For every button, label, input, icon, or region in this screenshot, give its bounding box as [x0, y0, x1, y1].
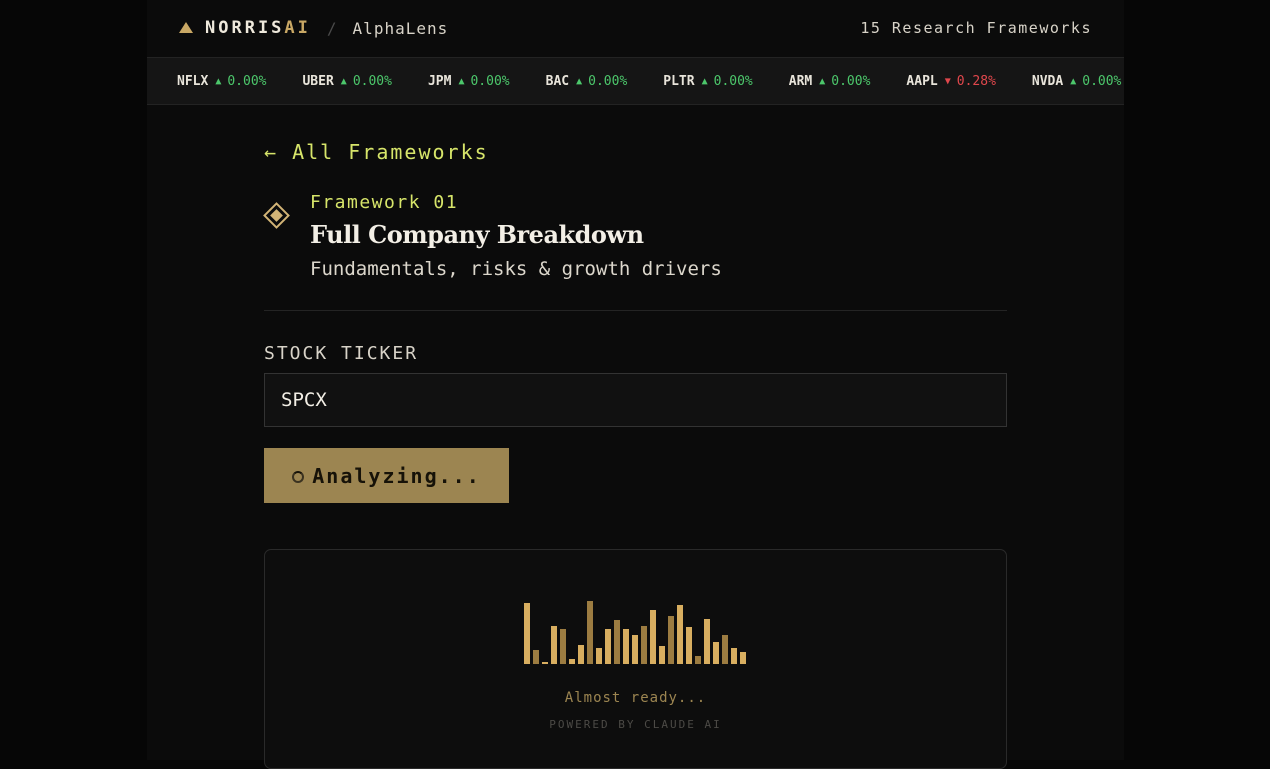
- brand-name: NORRISAI: [205, 18, 311, 38]
- frameworks-count: 15 Research Frameworks: [860, 19, 1092, 37]
- powered-by-label: POWERED BY CLAUDE AI: [549, 718, 722, 731]
- ticker-change: 0.00%: [470, 73, 510, 89]
- loading-bar: [695, 656, 701, 664]
- ticker-symbol: UBER: [302, 73, 334, 89]
- triangle-logo-icon: [179, 21, 193, 33]
- product-name: AlphaLens: [352, 18, 449, 38]
- top-header: NORRISAI / AlphaLens 15 Research Framewo…: [147, 0, 1124, 56]
- app-frame: NORRISAI / AlphaLens 15 Research Framewo…: [147, 0, 1124, 769]
- ticker-item[interactable]: PLTR ▲ 0.00%: [663, 74, 752, 89]
- loading-bar: [551, 626, 557, 664]
- loading-bar: [614, 620, 620, 664]
- up-arrow-icon: ▲: [819, 75, 826, 87]
- ticker-change: 0.00%: [831, 73, 871, 89]
- ticker-input[interactable]: [264, 373, 1007, 427]
- loading-status: Almost ready...: [564, 690, 707, 706]
- framework-subtitle: Fundamentals, risks & growth drivers: [310, 258, 722, 280]
- loading-bar: [623, 629, 629, 664]
- ticker-item[interactable]: NVDA ▲ 0.00%: [1032, 74, 1121, 89]
- loading-bar: [704, 619, 710, 664]
- loading-bar: [731, 648, 737, 664]
- ticker-item[interactable]: JPM ▲ 0.00%: [428, 74, 510, 89]
- down-arrow-icon: ▼: [944, 75, 951, 87]
- framework-header: Framework 01 Full Company Breakdown Fund…: [263, 192, 1007, 280]
- brand[interactable]: NORRISAI / AlphaLens: [179, 18, 448, 38]
- ticker-change: 0.00%: [1082, 73, 1122, 89]
- up-arrow-icon: ▲: [576, 75, 583, 87]
- framework-number: Framework 01: [310, 192, 459, 213]
- loading-bar: [641, 626, 647, 664]
- loading-bar: [722, 635, 728, 664]
- up-arrow-icon: ▲: [1070, 75, 1077, 87]
- loading-bar: [524, 603, 530, 664]
- loading-bar: [596, 648, 602, 664]
- loading-bar: [542, 662, 548, 664]
- ticker-change: 0.00%: [227, 73, 267, 89]
- loading-bar: [650, 610, 656, 664]
- loading-equalizer: [524, 598, 750, 664]
- loading-bar: [677, 605, 683, 664]
- ticker-symbol: PLTR: [663, 73, 695, 89]
- ticker-field-label: STOCK TICKER: [264, 343, 419, 364]
- ticker-item[interactable]: NFLX ▲ 0.00%: [177, 74, 266, 89]
- ticker-change: 0.00%: [588, 73, 628, 89]
- loading-bar: [740, 652, 746, 664]
- spinner-icon: [292, 470, 305, 483]
- loading-bar: [587, 601, 593, 664]
- loading-bar: [560, 629, 566, 664]
- up-arrow-icon: ▲: [458, 75, 465, 87]
- brand-name-accent: AI: [284, 18, 311, 38]
- up-arrow-icon: ▲: [701, 75, 708, 87]
- ticker-change: 0.00%: [352, 73, 392, 89]
- loading-bar: [659, 646, 665, 664]
- ticker-item[interactable]: UBER ▲ 0.00%: [302, 74, 391, 89]
- loading-bar: [569, 659, 575, 664]
- analyze-button[interactable]: Analyzing...: [264, 448, 509, 503]
- loading-bar: [533, 650, 539, 664]
- ticker-symbol: NVDA: [1031, 73, 1064, 89]
- loading-bar: [605, 629, 611, 664]
- ticker-change: 0.28%: [956, 73, 996, 89]
- ticker-symbol: JPM: [427, 73, 452, 89]
- ticker-symbol: NFLX: [177, 73, 209, 89]
- back-to-frameworks-link[interactable]: ← All Frameworks: [264, 140, 489, 164]
- divider: [264, 310, 1007, 311]
- loading-bar: [578, 645, 584, 664]
- brand-separator: /: [326, 18, 337, 38]
- ticker-symbol: ARM: [788, 73, 813, 89]
- loading-panel: Almost ready... POWERED BY CLAUDE AI: [264, 549, 1007, 769]
- analyze-button-label: Analyzing...: [312, 463, 481, 488]
- ticker-symbol: AAPL: [906, 73, 938, 89]
- ticker-item[interactable]: ARM ▲ 0.00%: [789, 74, 871, 89]
- ticker-item[interactable]: BAC ▲ 0.00%: [546, 74, 628, 89]
- diamond-icon: [263, 202, 290, 229]
- loading-bar: [686, 627, 692, 664]
- loading-bar: [632, 635, 638, 664]
- main-content: ← All Frameworks Framework 01 Full Compa…: [263, 140, 1007, 769]
- up-arrow-icon: ▲: [215, 75, 222, 87]
- loading-bar: [668, 616, 674, 664]
- up-arrow-icon: ▲: [340, 75, 347, 87]
- stock-ticker-strip: NFLX ▲ 0.00% UBER ▲ 0.00% JPM ▲ 0.00% BAC ▲ 0.00% PL…: [147, 57, 1124, 105]
- ticker-change: 0.00%: [713, 73, 753, 89]
- framework-title: Full Company Breakdown: [310, 220, 644, 249]
- ticker-symbol: BAC: [545, 73, 570, 89]
- loading-bar: [713, 642, 719, 664]
- ticker-item[interactable]: AAPL ▼ 0.28%: [906, 74, 995, 89]
